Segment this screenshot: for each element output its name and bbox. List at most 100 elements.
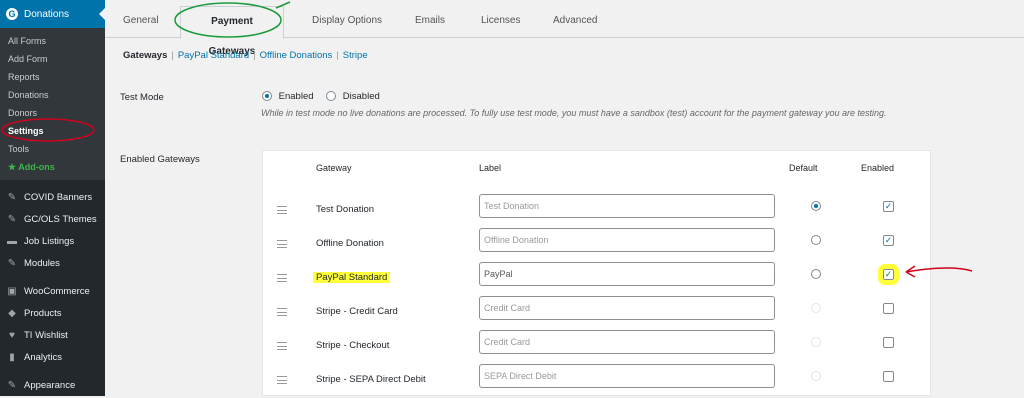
tab-general[interactable]: General [111, 6, 171, 38]
default-radio[interactable] [811, 303, 821, 313]
gateway-name: Stripe - Checkout [316, 340, 390, 351]
gateway-name: Stripe - Credit Card [316, 306, 398, 317]
menu-label: Modules [24, 257, 60, 269]
menu-donations-label: Donations [24, 8, 70, 20]
tab-display-options[interactable]: Display Options [300, 6, 394, 38]
menu-donations[interactable]: G Donations [0, 0, 105, 28]
menu-label: GC/OLS Themes [24, 213, 97, 225]
tab-advanced[interactable]: Advanced [541, 6, 609, 38]
header-enabled: Enabled [861, 163, 895, 173]
pin-icon: ✎ [7, 191, 17, 203]
box-icon: ◆ [8, 307, 16, 319]
submenu-settings[interactable]: Settings [0, 122, 105, 140]
enabled-gateways-label: Enabled Gateways [120, 154, 200, 165]
menu-job-listings[interactable]: ▬ Job Listings [0, 230, 105, 252]
gateway-row: Stripe - SEPA Direct Debit SEPA Direct D… [263, 364, 930, 398]
submenu-donors[interactable]: Donors [0, 104, 105, 122]
submenu-reports[interactable]: Reports [0, 68, 105, 86]
header-default: Default [789, 163, 818, 173]
enabled-checkbox[interactable] [883, 371, 894, 382]
menu-label: COVID Banners [24, 191, 93, 203]
menu-gc-ols-themes[interactable]: ✎ GC/OLS Themes [0, 208, 105, 230]
menu-analytics[interactable]: ▮ Analytics [0, 346, 105, 368]
donations-submenu: All Forms Add Form Reports Donations Don… [0, 28, 105, 180]
menu-products[interactable]: ◆ Products [0, 302, 105, 324]
settings-tabs: General Payment Gateways Display Options… [105, 0, 1024, 57]
test-mode-label: Test Mode [120, 92, 164, 103]
default-radio[interactable] [811, 201, 821, 211]
header-label: Label [479, 163, 502, 173]
subnav-paypal-standard[interactable]: PayPal Standard [178, 50, 249, 61]
menu-modules[interactable]: ✎ Modules [0, 252, 105, 274]
gateway-row: Test Donation Test Donation ✓ [263, 194, 930, 228]
gateway-label-input[interactable]: PayPal [479, 262, 775, 286]
woocommerce-icon: ▣ [7, 285, 17, 297]
header-gateway: Gateway [316, 163, 352, 173]
menu-woocommerce[interactable]: ▣ WooCommerce [0, 280, 105, 302]
enabled-checkbox[interactable] [883, 337, 894, 348]
drag-handle-icon[interactable] [277, 376, 287, 384]
menu-label: Appearance [24, 379, 76, 391]
menu-label: Job Listings [24, 235, 75, 247]
gateway-label-input[interactable]: SEPA Direct Debit [479, 364, 775, 388]
drag-handle-icon[interactable] [277, 206, 287, 214]
menu-label: TI Wishlist [24, 329, 68, 341]
default-radio[interactable] [811, 337, 821, 347]
test-mode-disabled-label: Disabled [342, 91, 380, 102]
subnav-stripe[interactable]: Stripe [343, 50, 368, 61]
submenu-tools[interactable]: Tools [0, 140, 105, 158]
gateway-label-input[interactable]: Credit Card [479, 330, 775, 354]
gateway-label-input[interactable]: Credit Card [479, 296, 775, 320]
test-mode-enabled-radio[interactable] [262, 91, 272, 102]
submenu-addons[interactable]: ★ Add-ons [0, 158, 105, 176]
subnav-offline-donations[interactable]: Offline Donations [260, 50, 333, 61]
tab-payment-gateways[interactable]: Payment Gateways [180, 6, 284, 57]
gateway-label-input[interactable]: Test Donation [479, 194, 775, 218]
menu-covid-banners[interactable]: ✎ COVID Banners [0, 186, 105, 208]
heart-icon: ♥ [9, 329, 15, 341]
default-radio[interactable] [811, 371, 821, 381]
menu-label: Analytics [24, 351, 63, 363]
bar-chart-icon: ▮ [9, 351, 15, 363]
test-mode-options: Enabled Disabled [262, 91, 380, 102]
subnav-gateways: Gateways [123, 50, 168, 61]
submenu-donations[interactable]: Donations [0, 86, 105, 104]
tab-licenses[interactable]: Licenses [469, 6, 532, 38]
pin-icon: ✎ [7, 257, 17, 269]
gateway-name: PayPal Standard [313, 272, 391, 283]
test-mode-enabled-label: Enabled [278, 91, 314, 102]
enabled-checkbox[interactable] [883, 303, 894, 314]
test-mode-description: While in test mode no live donations are… [261, 108, 887, 118]
menu-label: Products [24, 307, 62, 319]
submenu-add-form[interactable]: Add Form [0, 50, 105, 68]
default-radio[interactable] [811, 269, 821, 279]
brush-icon: ✎ [7, 379, 17, 391]
enabled-checkbox[interactable]: ✓ [883, 235, 894, 246]
gateway-name: Test Donation [316, 204, 375, 215]
drag-handle-icon[interactable] [277, 308, 287, 316]
test-mode-disabled-radio[interactable] [326, 91, 337, 102]
briefcase-icon: ▬ [7, 235, 17, 247]
gateway-row: Stripe - Checkout Credit Card [263, 330, 930, 364]
submenu-all-forms[interactable]: All Forms [0, 32, 105, 50]
menu-appearance[interactable]: ✎ Appearance [0, 374, 105, 396]
default-radio[interactable] [811, 235, 821, 245]
pin-icon: ✎ [7, 213, 17, 225]
admin-sidebar: G Donations All Forms Add Form Reports D… [0, 0, 105, 396]
give-logo-icon: G [6, 8, 18, 20]
menu-label: WooCommerce [24, 285, 90, 297]
gateway-name: Offline Donation [316, 238, 384, 249]
drag-handle-icon[interactable] [277, 240, 287, 248]
gateways-table: Gateway Label Default Enabled Test Donat… [262, 150, 931, 396]
tab-emails[interactable]: Emails [403, 6, 457, 38]
gateway-row: PayPal Standard PayPal ✓ [263, 262, 930, 296]
menu-ti-wishlist[interactable]: ♥ TI Wishlist [0, 324, 105, 346]
enabled-checkbox[interactable]: ✓ [878, 264, 899, 285]
gateway-row: Offline Donation Offline Donation ✓ [263, 228, 930, 262]
section-subnav: Gateways | PayPal Standard | Offline Donatio… [123, 50, 368, 61]
drag-handle-icon[interactable] [277, 342, 287, 350]
gateway-label-input[interactable]: Offline Donation [479, 228, 775, 252]
enabled-checkbox[interactable]: ✓ [883, 201, 894, 212]
gateway-row: Stripe - Credit Card Credit Card [263, 296, 930, 330]
drag-handle-icon[interactable] [277, 274, 287, 282]
